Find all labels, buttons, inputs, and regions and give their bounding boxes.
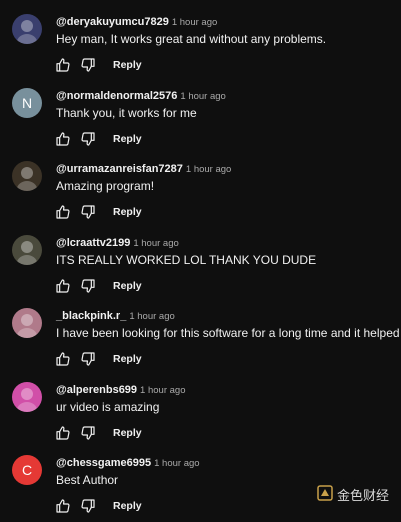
comment-header: @deryakuyumcu7829 1 hour ago [56, 14, 217, 30]
comment-item: @lcraattv2199 1 hour ago ITS REALLY WORKED… [0, 229, 401, 302]
reply-button[interactable]: Reply [113, 427, 142, 439]
comment-timestamp[interactable]: 1 hour ago [186, 164, 231, 175]
thumbs-up-icon[interactable] [53, 129, 73, 149]
comment-actions: Reply [53, 202, 142, 222]
comment-timestamp[interactable]: 1 hour ago [140, 385, 185, 396]
comment-text: Best Author [56, 473, 119, 487]
comment-header: @normaldenormal2576 1 hour ago [56, 88, 226, 104]
comment-item: @deryakuyumcu7829 1 hour ago Hey man, It w… [0, 8, 401, 81]
avatar[interactable] [12, 308, 42, 338]
comment-header: @alperenbs699 1 hour ago [56, 382, 185, 398]
comment-header: @urramazanreisfan7287 1 hour ago [56, 161, 231, 177]
reply-button[interactable]: Reply [113, 206, 142, 218]
comment-author[interactable]: @chessgame6995 [56, 457, 151, 469]
comment-author[interactable]: @urramazanreisfan7287 [56, 163, 183, 175]
thumbs-down-icon[interactable] [78, 55, 98, 75]
thumbs-up-icon[interactable] [53, 55, 73, 75]
comment-actions: Reply [53, 349, 142, 369]
comment-actions: Reply [53, 129, 142, 149]
comment-timestamp[interactable]: 1 hour ago [172, 17, 217, 28]
comment-text: Amazing program! [56, 179, 155, 193]
comment-item: @alperenbs699 1 hour ago ur video is amazi… [0, 376, 401, 449]
thumbs-up-icon[interactable] [53, 423, 73, 443]
thumbs-up-icon[interactable] [53, 202, 73, 222]
comment-header: _blackpink.r_ 1 hour ago [56, 308, 175, 324]
thumbs-down-icon[interactable] [78, 129, 98, 149]
comment-timestamp[interactable]: 1 hour ago [180, 91, 225, 102]
reply-button[interactable]: Reply [113, 59, 142, 71]
thumbs-up-icon[interactable] [53, 276, 73, 296]
avatar[interactable]: C [12, 455, 42, 485]
comment-timestamp[interactable]: 1 hour ago [154, 458, 199, 469]
comment-author[interactable]: @lcraattv2199 [56, 237, 130, 249]
avatar[interactable] [12, 14, 42, 44]
thumbs-up-icon[interactable] [53, 496, 73, 516]
thumbs-down-icon[interactable] [78, 276, 98, 296]
comment-author[interactable]: @alperenbs699 [56, 384, 137, 396]
watermark-text: 金色财经 [336, 488, 389, 503]
reply-button[interactable]: Reply [113, 353, 142, 365]
comment-actions: Reply [53, 276, 142, 296]
comment-text: ur video is amazing [56, 399, 160, 414]
comment-text: I have been looking for this software fo… [56, 326, 401, 340]
reply-button[interactable]: Reply [113, 133, 142, 145]
comment-text: Thank you, it works for me [56, 105, 197, 120]
thumbs-down-icon[interactable] [78, 423, 98, 443]
thumbs-up-icon[interactable] [53, 349, 73, 369]
reply-button[interactable]: Reply [113, 500, 142, 512]
comment-timestamp[interactable]: 1 hour ago [129, 311, 174, 322]
avatar[interactable] [12, 161, 42, 191]
comment-actions: Reply [53, 55, 142, 75]
thumbs-down-icon[interactable] [78, 496, 98, 516]
thumbs-down-icon[interactable] [78, 349, 98, 369]
comment-author[interactable]: _blackpink.r_ [56, 310, 126, 322]
comment-item: _blackpink.r_ 1 hour ago I have been looki… [0, 302, 401, 375]
comment-actions: Reply [53, 423, 142, 443]
watermark: 金色财经 [317, 485, 389, 504]
comment-item: N @normaldenormal2576 1 hour ago Thank you,… [0, 82, 401, 155]
avatar[interactable]: N [12, 87, 42, 118]
comment-text: ITS REALLY WORKED LOL THANK YOU DUDE [56, 252, 317, 267]
avatar[interactable] [12, 234, 42, 265]
watermark-logo-icon [317, 485, 333, 504]
reply-button[interactable]: Reply [113, 280, 142, 292]
avatar-letter: C [21, 462, 33, 478]
comment-item: @urramazanreisfan7287 1 hour ago Amazing p… [0, 155, 401, 228]
comment-header: @lcraattv2199 1 hour ago [56, 235, 179, 251]
thumbs-down-icon[interactable] [78, 202, 98, 222]
comment-author[interactable]: @deryakuyumcu7829 [56, 16, 169, 28]
comment-author[interactable]: @normaldenormal2576 [56, 90, 177, 102]
comment-header: @chessgame6995 1 hour ago [56, 455, 200, 471]
avatar[interactable] [12, 381, 42, 412]
avatar-letter: N [21, 94, 33, 111]
comment-actions: Reply [53, 496, 142, 516]
comment-timestamp[interactable]: 1 hour ago [133, 238, 178, 249]
comment-text: Hey man, It works great and without any … [56, 32, 327, 46]
